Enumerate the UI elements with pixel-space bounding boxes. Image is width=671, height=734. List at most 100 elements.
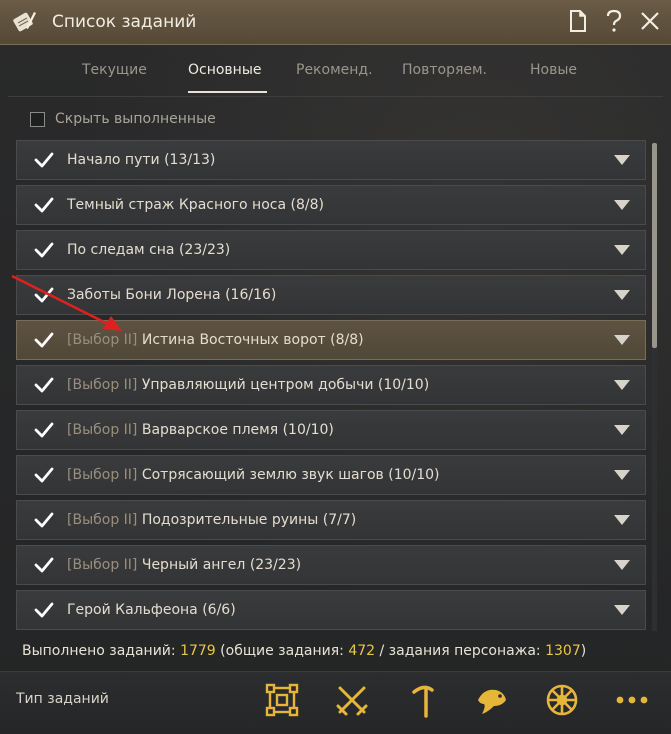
quest-prefix: [Выбор II]: [67, 467, 138, 483]
quest-prefix: [Выбор II]: [67, 512, 138, 528]
quest-row[interactable]: [Выбор II] Истина Восточных ворот (8/8): [16, 320, 646, 360]
tab-current[interactable]: Текущие: [82, 62, 147, 78]
quest-row[interactable]: По следам сна (23/23): [16, 230, 646, 270]
expand-arrow-icon[interactable]: [614, 425, 630, 435]
quest-row[interactable]: Темный страж Красного носа (8/8): [16, 185, 646, 225]
scrollbar-thumb[interactable]: [652, 143, 657, 348]
expand-arrow-icon[interactable]: [614, 155, 630, 165]
summary-common: 472: [348, 643, 376, 659]
checkmark-icon: [34, 242, 54, 258]
quest-row[interactable]: [Выбор II] Черный ангел (23/23): [16, 545, 646, 585]
quest-progress: (13/13): [160, 152, 216, 168]
checkmark-icon: [34, 197, 54, 213]
tab-repeatable[interactable]: Повторяем.: [402, 62, 487, 78]
quest-count: (8/8): [290, 197, 324, 213]
expand-arrow-icon[interactable]: [614, 290, 630, 300]
quest-progress: (8/8): [286, 197, 324, 213]
quest-count: (10/10): [377, 377, 430, 393]
hide-completed-checkbox[interactable]: [30, 111, 45, 127]
quest-row[interactable]: [Выбор II] Сотрясающий землю звук шагов …: [16, 455, 646, 495]
quest-progress: (10/10): [384, 467, 440, 483]
checkmark-icon: [34, 332, 54, 348]
quest-count: (10/10): [282, 422, 334, 438]
hide-completed-label: Скрыть выполненные: [55, 111, 216, 127]
quest-name: Сотрясающий землю звук шагов: [141, 467, 384, 483]
checkmark-icon: [34, 422, 54, 438]
more-icon[interactable]: [614, 682, 650, 718]
quest-row[interactable]: [Выбор II] Подозрительные руины (7/7): [16, 500, 646, 540]
quest-type-all-icon[interactable]: [264, 682, 300, 718]
summary-common-label: (общие задания:: [220, 643, 344, 659]
quest-progress: (10/10): [278, 422, 334, 438]
combat-icon[interactable]: [334, 682, 370, 718]
quest-name: Истина Восточных ворот: [141, 332, 326, 348]
quest-row[interactable]: [Выбор II] Варварское племя (10/10): [16, 410, 646, 450]
quest-name: Герой Кальфеона: [67, 602, 198, 618]
hide-completed-toggle[interactable]: Скрыть выполненные: [30, 111, 216, 127]
checkmark-icon: [34, 602, 54, 618]
quest-list-window: Список заданий Текущие Основные Рекоменд…: [0, 0, 671, 734]
help-icon[interactable]: [603, 8, 625, 34]
checkmark-icon: [34, 467, 54, 483]
quest-count: (23/23): [249, 557, 302, 573]
summary-close: ): [580, 643, 587, 659]
summary-completed-label: Выполнено заданий:: [22, 643, 176, 659]
scroll-quill-icon: [13, 12, 36, 32]
quest-progress: (8/8): [326, 332, 364, 348]
completed-summary: Выполнено заданий: 1779 (общие задания: …: [22, 643, 586, 659]
quest-count: (23/23): [178, 242, 231, 258]
quest-count: (6/6): [202, 602, 236, 618]
quest-row[interactable]: Начало пути (13/13): [16, 140, 646, 180]
tab-recommended[interactable]: Рекоменд.: [296, 62, 373, 78]
title-bar[interactable]: Список заданий: [0, 0, 671, 45]
quest-count: (7/7): [322, 512, 357, 528]
quest-name: Подозрительные руины: [141, 512, 319, 528]
tab-bar: Текущие Основные Рекоменд. Повторяем. Но…: [0, 44, 671, 96]
window-title: Список заданий: [52, 12, 197, 32]
trade-icon[interactable]: [544, 682, 580, 718]
quest-name: Варварское племя: [141, 422, 279, 438]
quest-count: (10/10): [388, 467, 440, 483]
expand-arrow-icon[interactable]: [614, 470, 630, 480]
quest-name: По следам сна: [67, 242, 175, 258]
quest-progress: (16/16): [221, 287, 277, 303]
quest-progress: (23/23): [175, 242, 231, 258]
expand-arrow-icon[interactable]: [614, 380, 630, 390]
summary-character: 1307: [545, 643, 581, 659]
checkmark-icon: [34, 377, 54, 393]
expand-arrow-icon[interactable]: [614, 245, 630, 255]
quest-progress: (10/10): [373, 377, 429, 393]
summary-total: 1779: [180, 643, 216, 659]
fishing-icon[interactable]: [474, 682, 510, 718]
quest-count: (16/16): [225, 287, 277, 303]
gathering-icon[interactable]: [406, 682, 442, 718]
quest-prefix: [Выбор II]: [67, 557, 138, 573]
checkmark-icon: [34, 512, 54, 528]
checkmark-icon: [34, 287, 54, 303]
expand-arrow-icon[interactable]: [614, 515, 630, 525]
expand-arrow-icon[interactable]: [614, 560, 630, 570]
quest-type-label: Тип заданий: [16, 691, 109, 707]
quest-row[interactable]: Герой Кальфеона (6/6): [16, 590, 646, 630]
tab-new[interactable]: Новые: [530, 62, 577, 78]
document-icon[interactable]: [567, 8, 589, 34]
quest-row[interactable]: [Выбор II] Управляющий центром добычи (1…: [16, 365, 646, 405]
quest-count: (13/13): [164, 152, 216, 168]
quest-prefix: [Выбор II]: [67, 332, 138, 348]
close-icon[interactable]: [639, 8, 661, 34]
quest-name: Заботы Бони Лорена: [67, 287, 221, 303]
checkmark-icon: [34, 152, 54, 168]
quest-count: (8/8): [330, 332, 364, 348]
footer-bar: Тип заданий: [0, 671, 671, 734]
expand-arrow-icon[interactable]: [614, 200, 630, 210]
quest-progress: (23/23): [245, 557, 301, 573]
quest-row[interactable]: Заботы Бони Лорена (16/16): [16, 275, 646, 315]
expand-arrow-icon[interactable]: [614, 605, 630, 615]
quest-name: Черный ангел: [141, 557, 246, 573]
quest-progress: (7/7): [318, 512, 356, 528]
tab-main[interactable]: Основные: [188, 62, 262, 78]
quest-prefix: [Выбор II]: [67, 422, 138, 438]
active-tab-indicator: [188, 91, 267, 93]
expand-arrow-icon[interactable]: [614, 335, 630, 345]
summary-character-label: / задания персонажа:: [379, 643, 541, 659]
